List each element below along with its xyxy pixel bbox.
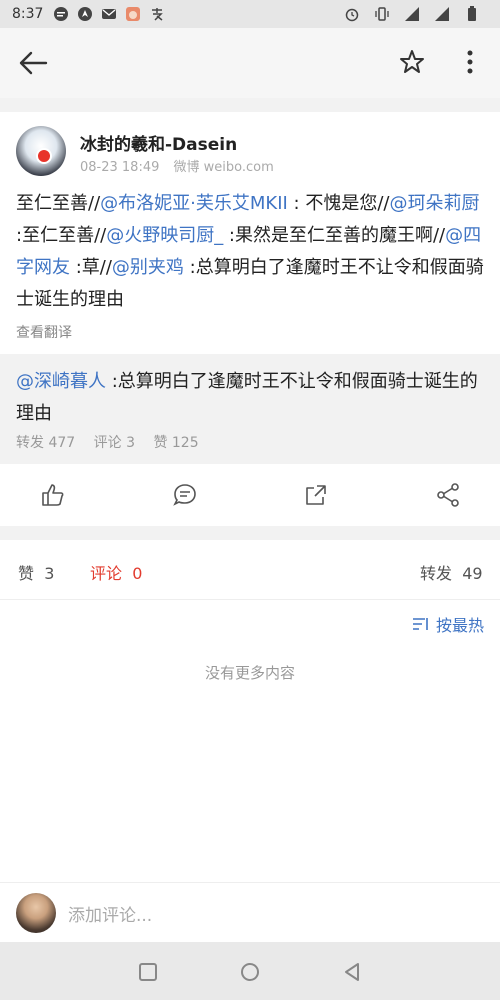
tab-comments[interactable]: 评论 0 [90, 560, 142, 584]
signal-icon [404, 6, 420, 22]
original-post-text: @深崎暮人 :总算明白了逢魔时王不让令和假面骑士诞生的理由 [16, 366, 486, 430]
post-card: 冰封的羲和-Dasein 08-23 18:49 微博 weibo.com 至仁… [0, 112, 500, 354]
mention-link[interactable]: @火野映司厨_ [106, 225, 223, 246]
tab-forwards-label: 转发 [420, 564, 453, 583]
forward-stat: 转发 477 [16, 435, 76, 451]
post-text-segment: 至仁至善// [16, 193, 101, 214]
empty-message: 没有更多内容 [204, 664, 295, 682]
system-nav-bar [0, 942, 500, 1000]
tab-comments-label: 评论 [90, 564, 123, 583]
app-notification-icon [125, 6, 141, 22]
home-icon[interactable] [238, 960, 262, 984]
status-time: 8:37 [12, 6, 44, 22]
sort-button[interactable]: 按最热 [412, 612, 484, 636]
battery-icon [464, 6, 480, 22]
comment-icon[interactable] [172, 482, 198, 508]
tab-likes[interactable]: 赞 3 [18, 560, 54, 584]
post-date: 08-23 18:49 [80, 160, 160, 175]
navigation-icon [77, 6, 93, 22]
translate-link[interactable]: 查看翻译 [16, 322, 72, 342]
like-icon[interactable] [40, 482, 66, 508]
alipay-icon [149, 6, 165, 22]
comments-section: 按最热 没有更多内容 [0, 600, 500, 882]
star-icon[interactable] [398, 48, 426, 76]
action-bar [0, 464, 500, 526]
status-bar: 8:37 [0, 0, 500, 28]
original-post-stats: 转发 477 评论 3 赞 125 [16, 432, 213, 452]
alarm-icon [344, 6, 360, 22]
post-source: 微博 weibo.com [173, 160, 274, 175]
post-text-segment: :草// [70, 257, 112, 278]
interaction-tabs: 赞 3 评论 0 转发 49 [0, 540, 500, 600]
vibrate-icon [374, 6, 390, 22]
share-icon[interactable] [435, 482, 461, 508]
mention-link[interactable]: @布洛妮亚·芙乐艾MKII [100, 193, 288, 214]
author-name[interactable]: 冰封的羲和-Dasein [80, 130, 237, 155]
post-content: 至仁至善//@布洛妮亚·芙乐艾MKII : 不愧是您//@珂朵莉厨 :至仁至善/… [16, 188, 486, 316]
post-text-segment: :至仁至善// [16, 225, 107, 246]
tab-forwards[interactable]: 转发 49 [420, 560, 483, 584]
tab-likes-label: 赞 [18, 564, 35, 583]
sort-icon [412, 618, 428, 630]
user-avatar[interactable] [16, 893, 56, 933]
like-stat: 赞 125 [153, 435, 199, 451]
mention-link[interactable]: @深崎暮人 [16, 371, 106, 392]
tab-forwards-count: 49 [462, 564, 483, 583]
signal-icon-2 [434, 6, 450, 22]
app-bar [0, 28, 500, 98]
post-text-segment: : 不愧是您// [287, 193, 390, 214]
verified-badge-icon [36, 148, 52, 164]
mail-icon [101, 6, 117, 22]
forward-icon[interactable] [303, 482, 329, 508]
original-post[interactable]: @深崎暮人 :总算明白了逢魔时王不让令和假面骑士诞生的理由 转发 477 评论 … [0, 354, 500, 464]
post-text-segment: :果然是至仁至善的魔王啊// [223, 225, 446, 246]
comment-stat: 评论 3 [93, 435, 135, 451]
message-icon [53, 6, 69, 22]
sort-label: 按最热 [435, 616, 484, 635]
comment-input[interactable]: 添加评论... [68, 901, 152, 926]
recent-apps-icon[interactable] [136, 960, 160, 984]
mention-link[interactable]: @珂朵莉厨 [389, 193, 479, 214]
more-vert-icon[interactable] [460, 48, 480, 76]
back-nav-icon[interactable] [340, 960, 364, 984]
mention-link[interactable]: @别夹鸡 [112, 257, 184, 278]
comment-input-bar: 添加评论... [0, 882, 500, 942]
tab-comments-count: 0 [132, 564, 143, 583]
tab-likes-count: 3 [44, 564, 55, 583]
back-arrow-icon[interactable] [18, 50, 48, 76]
post-meta: 08-23 18:49 微博 weibo.com [80, 156, 284, 175]
